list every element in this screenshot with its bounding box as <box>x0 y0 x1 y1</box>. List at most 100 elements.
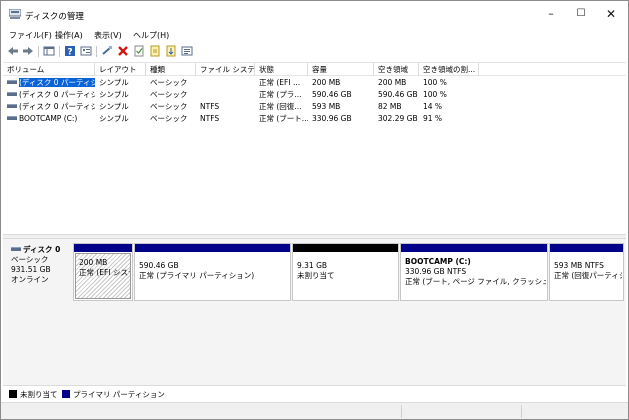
partition-size: 330.96 GB NTFS <box>405 267 467 276</box>
svg-text:?: ? <box>67 48 72 58</box>
close-button[interactable]: ✕ <box>596 1 626 27</box>
table-cell <box>196 89 255 101</box>
list-icon[interactable] <box>181 45 193 57</box>
minimize-button[interactable]: – <box>536 1 566 27</box>
partition-size: 590.46 GB <box>139 261 179 270</box>
table-cell-volume: (ディスク 0 パーティシ... <box>3 89 95 101</box>
table-cell: NTFS <box>200 114 220 123</box>
column-header-type[interactable]: 種類 <box>146 63 196 76</box>
table-row[interactable]: (ディスク 0 パーティシ... シンプル ベーシック 正常 (プラ... 59… <box>3 89 626 101</box>
empty-disk-area <box>3 305 626 385</box>
partition-name: BOOTCAMP (C:) <box>405 257 471 266</box>
column-header-volume[interactable]: ボリューム <box>3 63 95 76</box>
legend-swatch-primary <box>62 390 70 398</box>
volume-icon <box>7 80 17 84</box>
table-row[interactable]: BOOTCAMP (C:) シンプル ベーシック NTFS 正常 (ブート...… <box>3 113 626 125</box>
primary-partition-bar <box>74 244 132 252</box>
partition-size: 200 MB <box>79 258 108 267</box>
table-cell: シンプル <box>99 102 129 111</box>
toolbar-separator <box>96 46 97 57</box>
status-separator <box>401 405 402 418</box>
table-cell: 正常 (ブート... <box>259 114 308 123</box>
partition-status: 正常 (EFI システ <box>79 268 131 277</box>
column-header-filesystem[interactable]: ファイル システム <box>196 63 255 76</box>
table-cell: 200 MB <box>378 78 407 87</box>
menu-bar: ファイル(F) 操作(A) 表示(V) ヘルプ(H) <box>1 27 628 43</box>
legend-label-unallocated: 未割り当て <box>20 390 58 399</box>
partition-unallocated[interactable]: 9.31 GB 未割り当て <box>292 243 399 301</box>
table-cell: 正常 (EFI ... <box>259 78 301 87</box>
partition-status: 未割り当て <box>297 271 335 280</box>
toolbar-separator <box>59 46 60 57</box>
table-cell-volume: BOOTCAMP (C:) <box>3 113 95 125</box>
volume-icon <box>7 92 17 96</box>
table-cell: シンプル <box>99 78 129 87</box>
disk-type: ベーシック <box>11 255 49 264</box>
table-cell: ベーシック <box>150 78 188 87</box>
toolbar-separator <box>38 46 39 57</box>
forward-arrow-icon[interactable] <box>22 45 34 57</box>
table-cell-volume: (ディスク 0 パーティシ... <box>3 101 95 113</box>
partition-primary[interactable]: 590.46 GB 正常 (プライマリ パーティション) <box>134 243 291 301</box>
window-title: ディスクの管理 <box>25 12 84 22</box>
column-header-capacity[interactable]: 容量 <box>308 63 374 76</box>
menu-file[interactable]: ファイル(F) <box>9 30 52 41</box>
partition-recovery[interactable]: 593 MB NTFS 正常 (回復パーティシ <box>549 243 624 301</box>
connect-disk-icon[interactable] <box>101 45 113 57</box>
table-cell: 100 % <box>423 90 447 99</box>
column-header-free-percent[interactable]: 空き領域の割... <box>419 63 479 76</box>
table-row[interactable]: (ディスク 0 パーティシ... シンプル ベーシック NTFS 正常 (回復.… <box>3 101 626 113</box>
delete-icon[interactable] <box>117 45 129 57</box>
legend-label-primary: プライマリ パーティション <box>73 390 165 399</box>
table-cell: NTFS <box>200 102 220 111</box>
partition-size: 593 MB NTFS <box>554 261 604 270</box>
table-cell: 590.46 GB <box>378 90 418 99</box>
unallocated-bar <box>293 244 398 252</box>
disk-size: 931.51 GB <box>11 265 51 274</box>
partition-size: 9.31 GB <box>297 261 328 270</box>
partition-status: 正常 (プライマリ パーティション) <box>139 271 255 280</box>
table-cell: 正常 (回復... <box>259 102 302 111</box>
menu-action[interactable]: 操作(A) <box>55 30 83 41</box>
partition-efi[interactable]: 200 MB 正常 (EFI システ <box>73 243 133 301</box>
disk-status: オンライン <box>11 275 49 284</box>
check-icon[interactable] <box>133 45 145 57</box>
export-icon[interactable] <box>149 45 161 57</box>
table-cell: 100 % <box>423 78 447 87</box>
help-icon[interactable]: ? <box>64 45 76 57</box>
partition-status: 正常 (回復パーティシ <box>554 271 622 280</box>
table-cell: ベーシック <box>150 102 188 111</box>
primary-partition-bar <box>135 244 290 252</box>
menu-help[interactable]: ヘルプ(H) <box>133 30 169 41</box>
disk-management-app-icon <box>9 9 21 19</box>
back-arrow-icon[interactable] <box>7 45 19 57</box>
properties-icon[interactable] <box>80 45 92 57</box>
console-tree-icon[interactable] <box>43 45 55 57</box>
column-header-layout[interactable]: レイアウト <box>95 63 146 76</box>
legend: 未割り当て プライマリ パーティション <box>3 385 626 401</box>
column-header-free-space[interactable]: 空き領域 <box>374 63 419 76</box>
disk-graphical-view: ディスク 0 ベーシック 931.51 GB オンライン 200 MB 正常 (… <box>3 239 626 385</box>
menu-view[interactable]: 表示(V) <box>94 30 122 41</box>
status-separator <box>521 405 522 418</box>
import-icon[interactable] <box>165 45 177 57</box>
table-cell: 302.29 GB <box>378 114 418 123</box>
table-cell-volume: (ディスク 0 パーティシ... <box>3 77 95 89</box>
volume-list-header: ボリューム レイアウト 種類 ファイル システム 状態 容量 空き領域 空き領域… <box>3 63 626 76</box>
title-bar[interactable]: ディスクの管理 – ☐ ✕ <box>1 1 628 27</box>
column-header-status[interactable]: 状態 <box>255 63 308 76</box>
partition-bootcamp[interactable]: BOOTCAMP (C:) 330.96 GB NTFS 正常 (ブート, ペー… <box>400 243 548 301</box>
legend-swatch-unallocated <box>9 390 17 398</box>
disk-0-label[interactable]: ディスク 0 ベーシック 931.51 GB オンライン <box>7 243 69 301</box>
volume-list[interactable]: ボリューム レイアウト 種類 ファイル システム 状態 容量 空き領域 空き領域… <box>3 62 626 234</box>
volume-icon <box>7 116 17 120</box>
table-cell: 590.46 GB <box>312 90 352 99</box>
table-cell: 593 MB <box>312 102 341 111</box>
table-cell: 91 % <box>423 114 443 123</box>
toolbar: ? <box>1 43 628 60</box>
table-row[interactable]: (ディスク 0 パーティシ... シンプル ベーシック 正常 (EFI ... … <box>3 77 626 89</box>
status-bar <box>1 402 628 419</box>
disk-management-window: ディスクの管理 – ☐ ✕ ファイル(F) 操作(A) 表示(V) ヘルプ(H)… <box>0 0 629 420</box>
maximize-button[interactable]: ☐ <box>566 1 596 27</box>
table-cell: シンプル <box>99 114 129 123</box>
